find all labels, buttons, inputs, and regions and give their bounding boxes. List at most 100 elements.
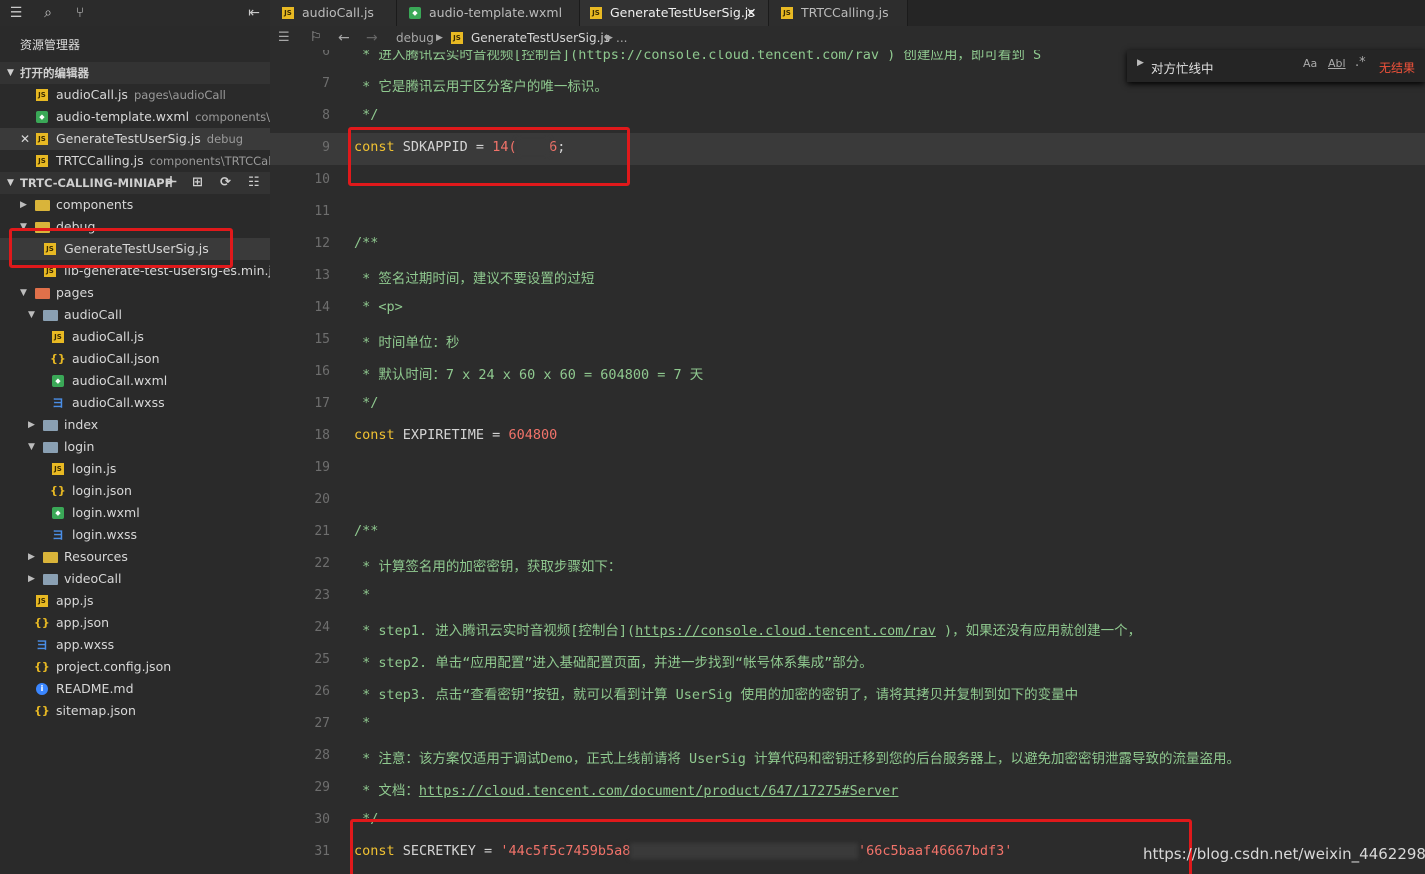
chevron-right-icon: ▶	[28, 552, 35, 562]
tab-trtccalling-js[interactable]: JS TRTCCalling.js	[769, 0, 908, 26]
tree-file[interactable]: ◆ audioCall.wxml	[0, 370, 270, 392]
tree-file[interactable]: {} sitemap.json	[0, 700, 270, 722]
tree-file[interactable]: {} project.config.json	[0, 656, 270, 678]
code-line: * 时间单位：秒	[354, 331, 459, 351]
list-icon[interactable]: ☰	[278, 26, 290, 50]
new-file-icon[interactable]: ＋	[164, 172, 178, 194]
code-line: * 默认时间：7 x 24 x 60 x 60 = 604800 = 7 天	[354, 363, 703, 383]
back-arrow-icon[interactable]: ←	[338, 26, 350, 50]
project-header[interactable]: ▼ TRTC-CALLING-MINIAPP ＋ ⊞ ⟳ ☷	[0, 172, 270, 194]
line-number: 24	[314, 620, 330, 635]
code-line: * 签名过期时间，建议不要设置的过短	[354, 267, 594, 287]
annotation-box	[9, 228, 233, 268]
annotation-box	[348, 127, 630, 186]
source-control-icon[interactable]: ⑂	[70, 3, 90, 23]
code-line: * 进入腾讯云实时音视频[控制台](https://console.cloud.…	[354, 50, 1041, 63]
line-number: 16	[314, 364, 330, 379]
json-file-icon: {}	[34, 660, 50, 673]
folder-open-icon	[35, 288, 50, 299]
code-comment: * step2. 单击“应用配置”进入基础配置页面，并进一步找到“帐号体系集成”…	[354, 655, 873, 671]
code-editor[interactable]: 6 * 进入腾讯云实时音视频[控制台](https://console.clou…	[270, 50, 1425, 874]
chevron-down-icon: ▼	[28, 310, 35, 320]
code-link[interactable]: https://console.cloud.tencent.com/rav	[635, 623, 936, 639]
tree-folder-audiocall[interactable]: ▼ audioCall	[0, 304, 270, 326]
collapse-all-icon[interactable]: ☷	[248, 172, 260, 194]
breadcrumb-file[interactable]: GenerateTestUserSig.js	[471, 26, 610, 50]
collapse-sidebar-icon[interactable]: ⇤	[244, 3, 264, 23]
tree-file[interactable]: {} app.json	[0, 612, 270, 634]
refresh-icon[interactable]: ⟳	[220, 172, 231, 194]
tree-file[interactable]: {} login.json	[0, 480, 270, 502]
code-line: * step2. 单击“应用配置”进入基础配置页面，并进一步找到“帐号体系集成”…	[354, 651, 873, 671]
line-number: 18	[314, 428, 330, 443]
find-widget: ▶ 对方忙线中 Aa Abl .* 无结果	[1127, 50, 1425, 82]
code-comment: * 进入腾讯云实时音视频[控制台](https://console.cloud.…	[354, 50, 1042, 63]
line-number: 12	[314, 236, 330, 251]
chevron-right-icon: ▶	[28, 420, 35, 430]
tree-file[interactable]: JS app.js	[0, 590, 270, 612]
close-icon[interactable]: ✕	[746, 0, 756, 26]
wxml-file-icon: ◆	[52, 375, 64, 387]
folder-icon	[43, 574, 58, 585]
js-file-icon: JS	[36, 133, 48, 145]
find-input[interactable]: 对方忙线中	[1151, 58, 1214, 77]
new-folder-icon[interactable]: ⊞	[192, 172, 203, 194]
tree-folder-resources[interactable]: ▶ Resources	[0, 546, 270, 568]
annotation-box	[350, 819, 1192, 874]
breadcrumb-more[interactable]: ...	[616, 26, 627, 50]
tree-folder-login[interactable]: ▼ login	[0, 436, 270, 458]
breadcrumb-folder[interactable]: debug	[396, 26, 434, 50]
tree-folder-components[interactable]: ▶ components	[0, 194, 270, 216]
regex-icon[interactable]: .*	[1355, 55, 1366, 70]
find-result-status: 无结果	[1379, 61, 1416, 75]
tree-file[interactable]: ヨ audioCall.wxss	[0, 392, 270, 414]
line-number: 6	[322, 50, 330, 59]
line-number: 14	[314, 300, 330, 315]
bookmark-icon[interactable]: ⚐	[310, 26, 322, 50]
open-editor-item[interactable]: JS audioCall.js pages\audioCall	[0, 84, 270, 106]
tree-file[interactable]: i README.md	[0, 678, 270, 700]
code-comment: * step1. 进入腾讯云实时音视频[控制台](	[354, 623, 636, 639]
tree-file[interactable]: ヨ app.wxss	[0, 634, 270, 656]
tree-file[interactable]: JS login.js	[0, 458, 270, 480]
tree-folder-index[interactable]: ▶ index	[0, 414, 270, 436]
chevron-down-icon: ▼	[7, 178, 14, 188]
chevron-down-icon: ▼	[28, 442, 35, 452]
search-icon[interactable]: ⌕	[38, 3, 58, 23]
code-link[interactable]: https://cloud.tencent.com/document/produ…	[419, 783, 899, 799]
match-word-icon[interactable]: Abl	[1328, 57, 1346, 70]
js-file-icon: JS	[282, 7, 294, 19]
js-file-icon: JS	[590, 7, 602, 19]
line-number: 10	[314, 172, 330, 187]
code-comment: * 签名过期时间，建议不要设置的过短	[354, 271, 595, 287]
chevron-right-icon: ▶	[20, 200, 27, 210]
line-number: 21	[314, 524, 330, 539]
code-identifier: EXPIRETIME =	[394, 427, 509, 443]
chevron-right-icon: ▶	[436, 33, 443, 43]
tree-file[interactable]: ◆ login.wxml	[0, 502, 270, 524]
folder-open-icon	[43, 442, 58, 453]
js-file-icon: JS	[36, 89, 48, 101]
tab-audiocall-js[interactable]: JS audioCall.js	[270, 0, 397, 26]
open-editors-header[interactable]: ▼ 打开的编辑器	[0, 62, 270, 84]
line-number: 29	[314, 780, 330, 795]
code-comment: /**	[354, 523, 379, 539]
tree-file[interactable]: JS audioCall.js	[0, 326, 270, 348]
menu-icon[interactable]: ☰	[6, 3, 26, 23]
open-editor-item[interactable]: JS TRTCCalling.jscomponents\TRTCCalli...	[0, 150, 270, 172]
code-comment: * step3. 点击“查看密钥”按钮，就可以看到计算 UserSig 使用的加…	[354, 687, 1079, 703]
chevron-right-icon[interactable]: ▶	[1137, 58, 1144, 68]
close-icon[interactable]: ✕	[20, 128, 30, 150]
open-editor-item-active[interactable]: ✕ JS GenerateTestUserSig.js debug	[0, 128, 270, 150]
tree-file[interactable]: ヨ login.wxss	[0, 524, 270, 546]
tree-folder-videocall[interactable]: ▶ videoCall	[0, 568, 270, 590]
activity-bar: ☰ ⌕ ⑂ ⇤	[0, 0, 270, 27]
match-case-icon[interactable]: Aa	[1303, 57, 1317, 70]
tab-audio-template[interactable]: ◆ audio-template.wxml	[397, 0, 580, 26]
tree-file[interactable]: {} audioCall.json	[0, 348, 270, 370]
tab-generate-test-usersig[interactable]: JS GenerateTestUserSig.js ✕	[580, 0, 769, 26]
js-file-icon: JS	[451, 32, 463, 44]
tree-folder-pages[interactable]: ▼ pages	[0, 282, 270, 304]
open-editor-item[interactable]: ◆ audio-template.wxmlcomponents\T...	[0, 106, 270, 128]
forward-arrow-icon[interactable]: →	[366, 26, 378, 50]
